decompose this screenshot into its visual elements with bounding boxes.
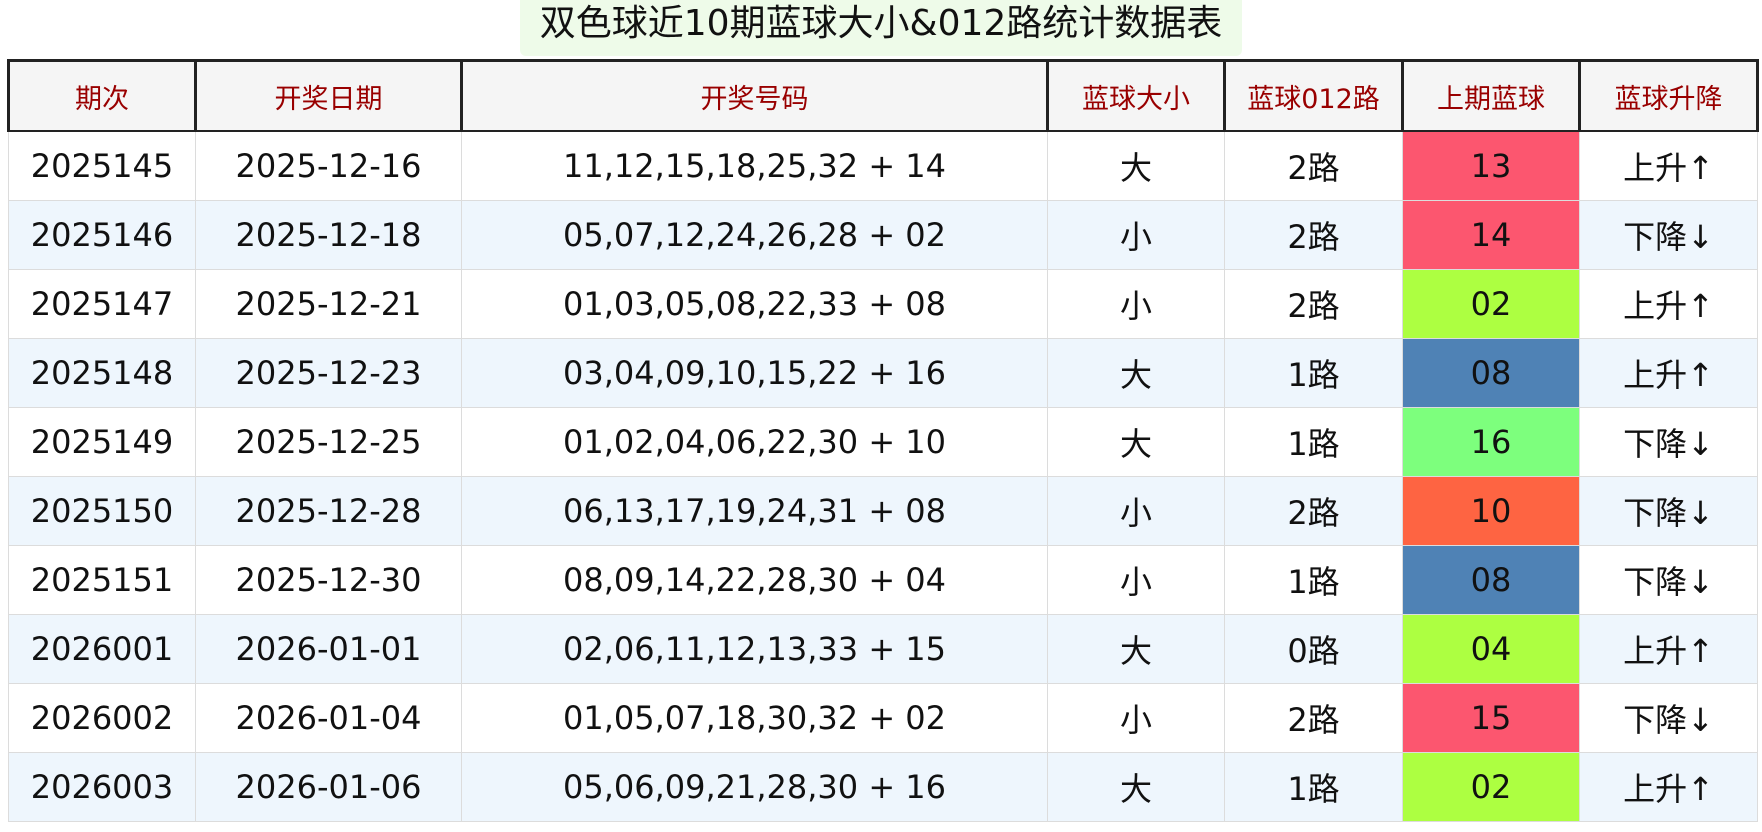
header-date: 开奖日期 — [194, 59, 463, 132]
prev-blue-cell: 08 — [1402, 545, 1580, 615]
table-row: 2025147 2025-12-21 01,03,05,08,22,33 + 08 小… — [8, 269, 1758, 339]
issue-cell: 2026002 — [8, 683, 196, 753]
route-cell: 2路 — [1224, 269, 1403, 339]
table-row: 2025145 2025-12-16 11,12,15,18,25,32 + 14 大… — [8, 130, 1758, 201]
trend-cell: 上升↑ — [1579, 130, 1758, 201]
issue-cell: 2025150 — [8, 476, 196, 546]
date-cell: 2026-01-01 — [195, 614, 462, 684]
table-row: 2025150 2025-12-28 06,13,17,19,24,31 + 08 小… — [8, 476, 1758, 546]
date-cell: 2025-12-18 — [195, 200, 462, 270]
prev-blue-cell: 10 — [1402, 476, 1580, 546]
issue-cell: 2025151 — [8, 545, 196, 615]
table-row: 2025146 2025-12-18 05,07,12,24,26,28 + 02 小… — [8, 200, 1758, 270]
numbers-cell: 03,04,09,10,15,22 + 16 — [461, 338, 1048, 408]
size-cell: 小 — [1047, 476, 1225, 546]
header-numbers: 开奖号码 — [460, 59, 1049, 132]
prev-blue-cell: 13 — [1402, 130, 1580, 201]
date-cell: 2026-01-04 — [195, 683, 462, 753]
route-cell: 1路 — [1224, 752, 1403, 822]
trend-cell: 上升↑ — [1579, 614, 1758, 684]
page-title: 双色球近10期蓝球大小&012路统计数据表 — [520, 0, 1242, 56]
size-cell: 小 — [1047, 269, 1225, 339]
route-cell: 0路 — [1224, 614, 1403, 684]
issue-cell: 2025148 — [8, 338, 196, 408]
header-route: 蓝球012路 — [1223, 59, 1404, 132]
numbers-cell: 01,02,04,06,22,30 + 10 — [461, 407, 1048, 477]
numbers-cell: 11,12,15,18,25,32 + 14 — [461, 130, 1048, 201]
header-size: 蓝球大小 — [1046, 59, 1226, 132]
numbers-cell: 01,03,05,08,22,33 + 08 — [461, 269, 1048, 339]
header-issue: 期次 — [7, 59, 197, 132]
date-cell: 2025-12-21 — [195, 269, 462, 339]
prev-blue-cell: 14 — [1402, 200, 1580, 270]
date-cell: 2026-01-06 — [195, 752, 462, 822]
size-cell: 大 — [1047, 614, 1225, 684]
date-cell: 2025-12-16 — [195, 130, 462, 201]
size-cell: 小 — [1047, 545, 1225, 615]
date-cell: 2025-12-25 — [195, 407, 462, 477]
trend-cell: 下降↓ — [1579, 407, 1758, 477]
trend-cell: 上升↑ — [1579, 269, 1758, 339]
prev-blue-cell: 16 — [1402, 407, 1580, 477]
route-cell: 1路 — [1224, 338, 1403, 408]
numbers-cell: 05,07,12,24,26,28 + 02 — [461, 200, 1048, 270]
trend-cell: 下降↓ — [1579, 683, 1758, 753]
issue-cell: 2025145 — [8, 130, 196, 201]
header-row: 期次 开奖日期 开奖号码 蓝球大小 蓝球012路 上期蓝球 蓝球升降 — [7, 59, 1759, 132]
prev-blue-cell: 15 — [1402, 683, 1580, 753]
route-cell: 1路 — [1224, 407, 1403, 477]
route-cell: 2路 — [1224, 476, 1403, 546]
size-cell: 大 — [1047, 407, 1225, 477]
trend-cell: 下降↓ — [1579, 200, 1758, 270]
route-cell: 2路 — [1224, 683, 1403, 753]
issue-cell: 2025147 — [8, 269, 196, 339]
prev-blue-cell: 08 — [1402, 338, 1580, 408]
prev-blue-cell: 04 — [1402, 614, 1580, 684]
numbers-cell: 01,05,07,18,30,32 + 02 — [461, 683, 1048, 753]
size-cell: 小 — [1047, 683, 1225, 753]
trend-cell: 上升↑ — [1579, 338, 1758, 408]
trend-cell: 下降↓ — [1579, 476, 1758, 546]
issue-cell: 2025149 — [8, 407, 196, 477]
route-cell: 2路 — [1224, 200, 1403, 270]
date-cell: 2025-12-23 — [195, 338, 462, 408]
table-row: 2026001 2026-01-01 02,06,11,12,13,33 + 15 大… — [8, 614, 1758, 684]
table-body: 2025145 2025-12-16 11,12,15,18,25,32 + 14 大… — [8, 130, 1758, 822]
table-row: 2026002 2026-01-04 01,05,07,18,30,32 + 02 小… — [8, 683, 1758, 753]
numbers-cell: 06,13,17,19,24,31 + 08 — [461, 476, 1048, 546]
prev-blue-cell: 02 — [1402, 269, 1580, 339]
table-row: 2025149 2025-12-25 01,02,04,06,22,30 + 10 大… — [8, 407, 1758, 477]
numbers-cell: 05,06,09,21,28,30 + 16 — [461, 752, 1048, 822]
issue-cell: 2026001 — [8, 614, 196, 684]
route-cell: 1路 — [1224, 545, 1403, 615]
table-row: 2026003 2026-01-06 05,06,09,21,28,30 + 16 大… — [8, 752, 1758, 822]
table-row: 2025151 2025-12-30 08,09,14,22,28,30 + 04 小… — [8, 545, 1758, 615]
numbers-cell: 02,06,11,12,13,33 + 15 — [461, 614, 1048, 684]
route-cell: 2路 — [1224, 130, 1403, 201]
stats-table: 期次 开奖日期 开奖号码 蓝球大小 蓝球012路 上期蓝球 蓝球升降 20251… — [7, 59, 1759, 822]
size-cell: 大 — [1047, 338, 1225, 408]
size-cell: 小 — [1047, 200, 1225, 270]
table-row: 2025148 2025-12-23 03,04,09,10,15,22 + 16 大… — [8, 338, 1758, 408]
date-cell: 2025-12-28 — [195, 476, 462, 546]
issue-cell: 2026003 — [8, 752, 196, 822]
date-cell: 2025-12-30 — [195, 545, 462, 615]
header-trend: 蓝球升降 — [1578, 59, 1759, 132]
header-prev-blue: 上期蓝球 — [1401, 59, 1581, 132]
size-cell: 大 — [1047, 130, 1225, 201]
prev-blue-cell: 02 — [1402, 752, 1580, 822]
numbers-cell: 08,09,14,22,28,30 + 04 — [461, 545, 1048, 615]
size-cell: 大 — [1047, 752, 1225, 822]
trend-cell: 上升↑ — [1579, 752, 1758, 822]
trend-cell: 下降↓ — [1579, 545, 1758, 615]
issue-cell: 2025146 — [8, 200, 196, 270]
